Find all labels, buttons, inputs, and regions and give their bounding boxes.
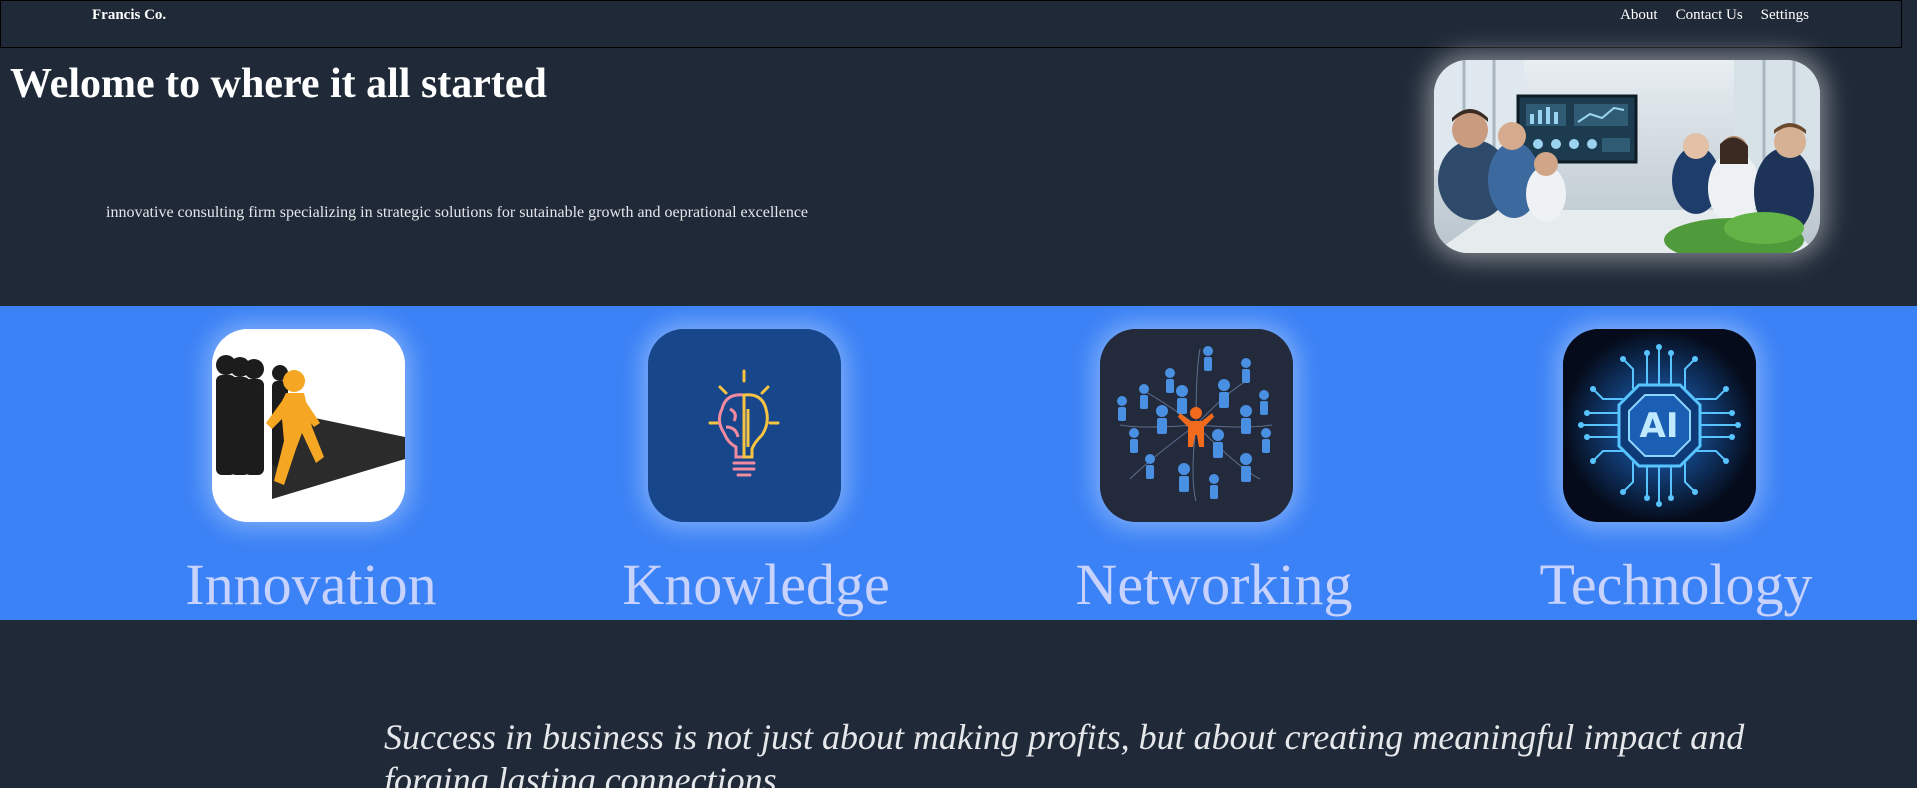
brain-lightbulb-icon (648, 329, 841, 522)
people-network-icon (1100, 329, 1293, 522)
features-band: Innovation Knowledge Networking AI Techn… (0, 306, 1917, 620)
feature-innovation[interactable]: Innovation (151, 306, 471, 620)
business-meeting-photo (1434, 60, 1820, 253)
nav-link-contact-us[interactable]: Contact Us (1676, 7, 1743, 24)
mission-quote: Success in business is not just about ma… (384, 717, 1745, 788)
page: Francis Co. About Contact Us Settings We… (0, 0, 1917, 788)
feature-technology[interactable]: AI Technology (1516, 306, 1836, 620)
leader-walking-icon (212, 329, 405, 522)
ai-chip-icon: AI (1563, 329, 1756, 522)
feature-label-innovation: Innovation (185, 552, 437, 617)
nav-links: About Contact Us Settings (1620, 7, 1809, 24)
top-navbar: Francis Co. About Contact Us Settings (0, 0, 1902, 48)
feature-label-technology: Technology (1539, 552, 1813, 617)
svg-text:AI: AI (1640, 406, 1679, 446)
feature-label-knowledge: Knowledge (622, 552, 890, 617)
nav-link-settings[interactable]: Settings (1761, 7, 1809, 24)
feature-label-networking: Networking (1075, 552, 1353, 617)
feature-networking[interactable]: Networking (1054, 306, 1374, 620)
hero-title: Welome to where it all started (10, 61, 547, 107)
nav-link-about[interactable]: About (1620, 7, 1658, 24)
hero-tagline: innovative consulting firm specializing … (106, 204, 809, 221)
brand-logo-text[interactable]: Francis Co. (92, 7, 166, 24)
feature-knowledge[interactable]: Knowledge (596, 306, 916, 620)
